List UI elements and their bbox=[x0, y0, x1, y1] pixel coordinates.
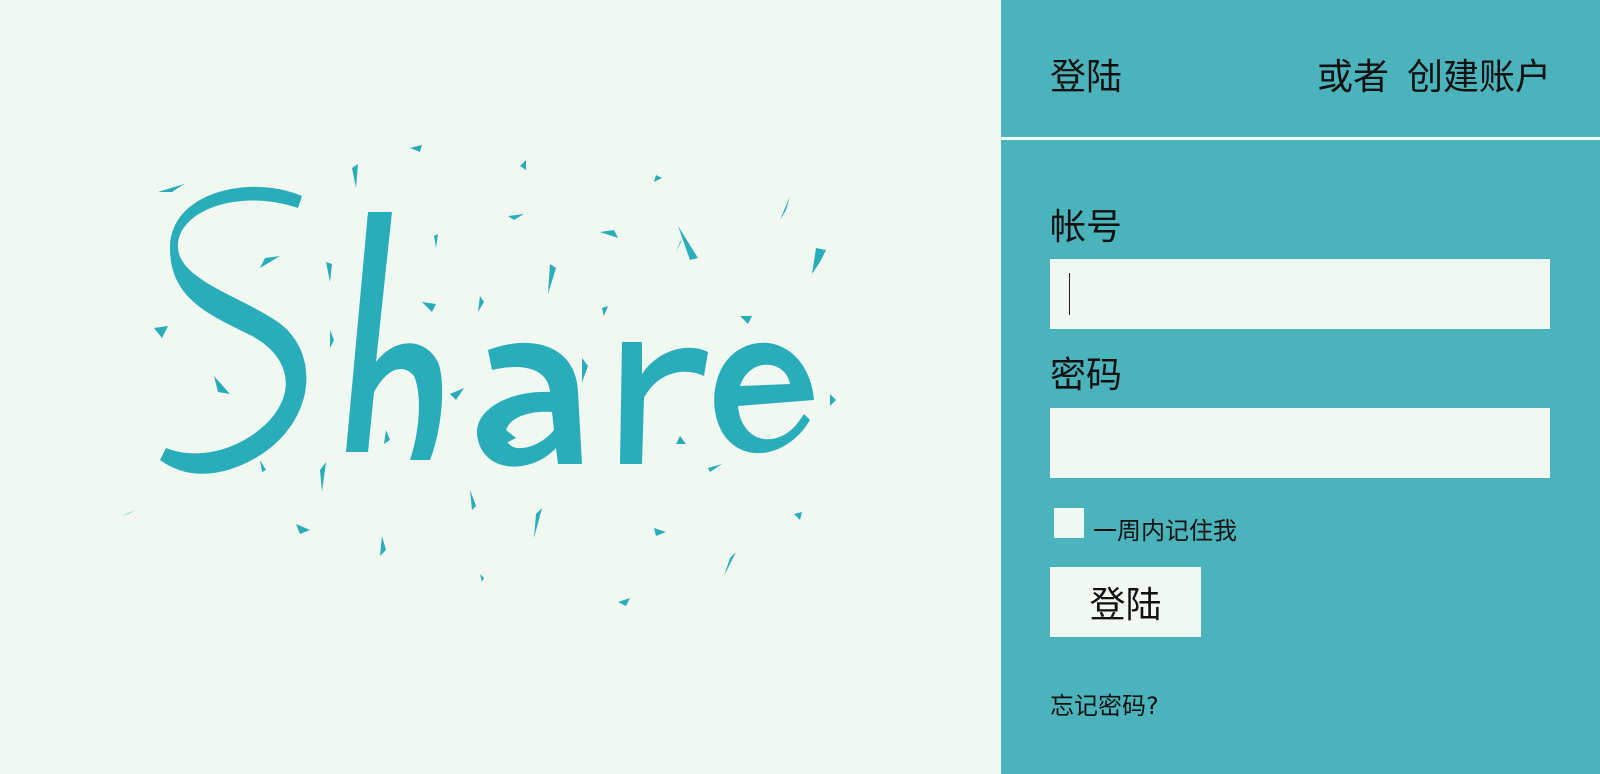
login-title: 登陆 bbox=[1050, 57, 1123, 98]
forgot-password-link[interactable]: 忘记密码? bbox=[1050, 686, 1159, 721]
account-input[interactable] bbox=[1050, 259, 1550, 329]
login-button[interactable]: 登陆 bbox=[1050, 567, 1201, 637]
account-label: 帐号 bbox=[1050, 207, 1123, 248]
login-header: 登陆 或者 创建账户 bbox=[1001, 0, 1600, 137]
remember-me-checkbox[interactable] bbox=[1054, 508, 1084, 538]
password-label: 密码 bbox=[1050, 355, 1123, 396]
remember-me-label: 一周内记住我 bbox=[1093, 517, 1237, 545]
or-text: 或者 bbox=[1317, 57, 1390, 98]
share-logo-icon bbox=[122, 145, 836, 606]
hero-section bbox=[0, 0, 1001, 774]
login-panel: 登陆 或者 创建账户 帐号 密码 一周内记住我 登陆 忘记密码? bbox=[1001, 0, 1600, 774]
header-divider bbox=[1001, 137, 1600, 140]
text-caret bbox=[1069, 273, 1070, 315]
login-page: 登陆 或者 创建账户 帐号 密码 一周内记住我 登陆 忘记密码? bbox=[0, 0, 1600, 774]
password-input[interactable] bbox=[1050, 408, 1550, 478]
create-account-link[interactable]: 创建账户 bbox=[1407, 48, 1551, 100]
